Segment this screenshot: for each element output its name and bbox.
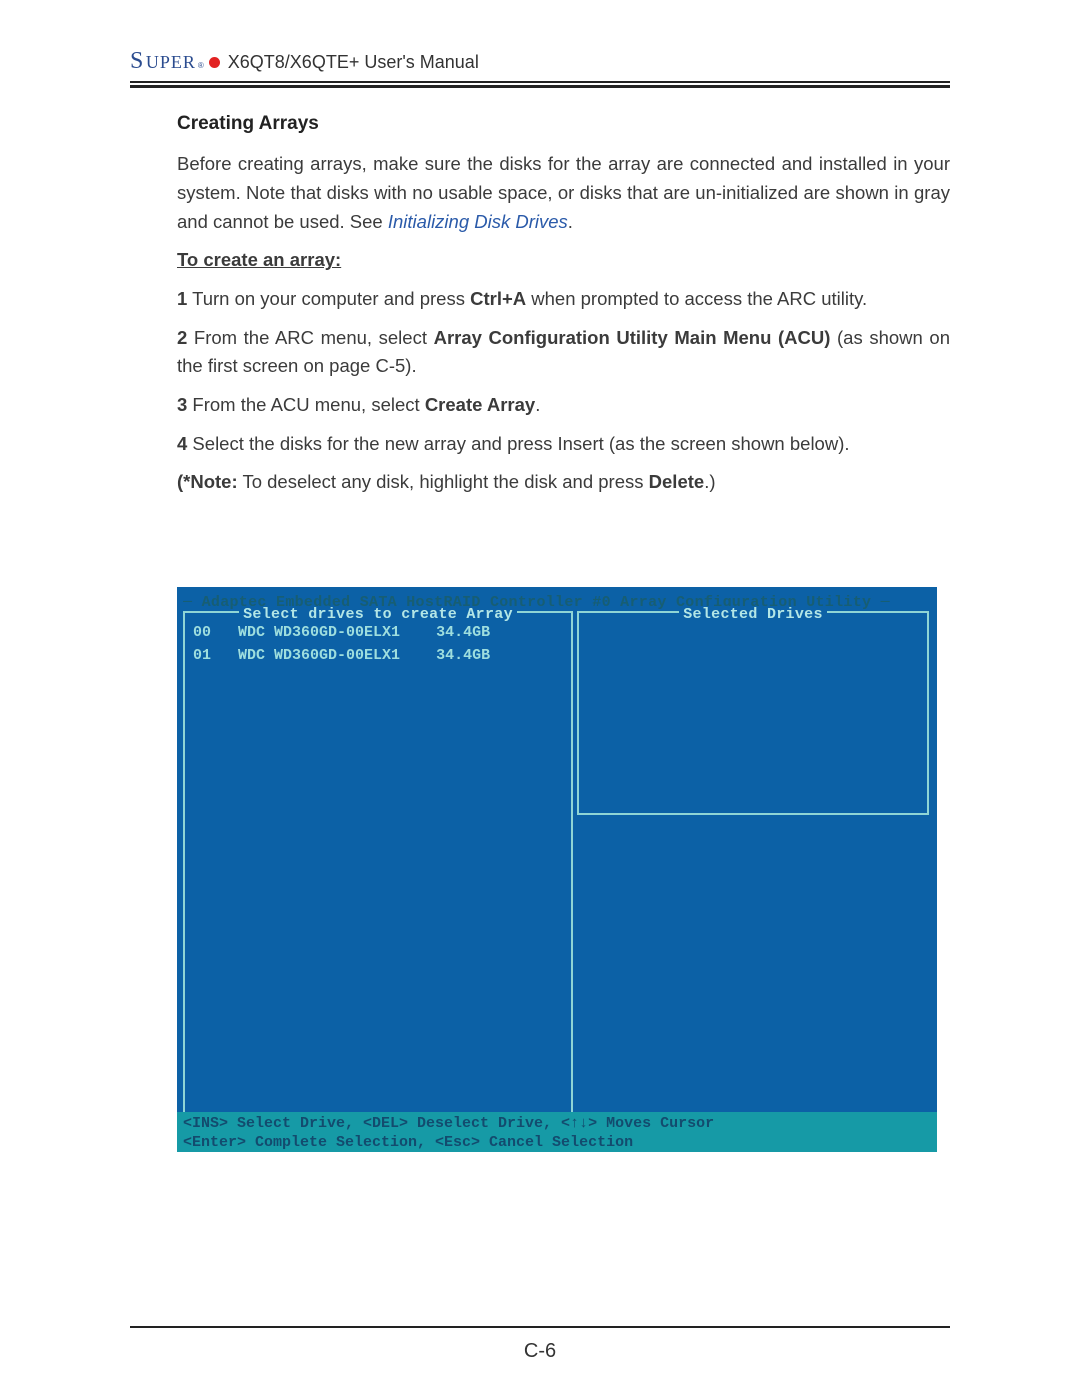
header-rule	[130, 81, 950, 83]
step-number: 2	[177, 327, 187, 348]
bios-help-line-1: <INS> Select Drive, <DEL> Deselect Drive…	[183, 1115, 931, 1134]
panel-title-right: Selected Drives	[579, 603, 927, 626]
brand-dot-icon	[209, 57, 220, 68]
drive-size: 34.4GB	[436, 647, 490, 664]
step-2: 2 From the ARC menu, select Array Config…	[177, 324, 950, 381]
intro-paragraph: Before creating arrays, make sure the di…	[177, 150, 950, 236]
drive-size: 34.4GB	[436, 624, 490, 641]
step-text: .	[535, 394, 540, 415]
drive-model: WDC WD360GD-00ELX1	[238, 647, 400, 664]
note-bold: Delete	[649, 471, 705, 492]
step-4: 4 Select the disks for the new array and…	[177, 430, 950, 459]
intro-text-b: .	[568, 211, 573, 232]
link-initializing-disk-drives[interactable]: Initializing Disk Drives	[388, 211, 568, 232]
panel-title-right-text: Selected Drives	[679, 606, 827, 623]
step-text: Select the disks for the new array and p…	[187, 433, 849, 454]
note-lead: (*Note:	[177, 471, 238, 492]
panel-select-drives: Select drives to create Array 00 WDC WD3…	[183, 611, 573, 1115]
bios-help-line-2: <Enter> Complete Selection, <Esc> Cancel…	[183, 1134, 931, 1152]
step-number: 4	[177, 433, 187, 454]
drive-row[interactable]: 01 WDC WD360GD-00ELX1 34.4GB	[193, 644, 571, 667]
step-1: 1 Turn on your computer and press Ctrl+A…	[177, 285, 950, 314]
page-content: Creating Arrays Before creating arrays, …	[177, 109, 950, 1152]
note-tail: .)	[704, 471, 715, 492]
section-title: Creating Arrays	[177, 109, 950, 138]
step-bold: Create Array	[425, 394, 535, 415]
brand-first-letter: S	[130, 48, 144, 75]
panel-selected-drives: Selected Drives	[577, 611, 929, 815]
subheading-to-create-array: To create an array:	[177, 246, 950, 275]
page-header: SUPER® X6QT8/X6QTE+ User's Manual	[130, 0, 950, 83]
step-text: From the ACU menu, select	[187, 394, 425, 415]
step-text: Turn on your computer and press	[187, 288, 470, 309]
drive-list: 00 WDC WD360GD-00ELX1 34.4GB 01 WDC WD36…	[185, 621, 571, 668]
drive-model: WDC WD360GD-00ELX1	[238, 624, 400, 641]
bios-screenshot: ─ Adaptec Embedded SATA HostRAID Control…	[177, 587, 937, 1152]
manual-page: SUPER® X6QT8/X6QTE+ User's Manual Creati…	[130, 0, 950, 1152]
panel-title-left-text: Select drives to create Array	[239, 606, 517, 623]
step-text: From the ARC menu, select	[187, 327, 433, 348]
step-number: 1	[177, 288, 187, 309]
note-mid: To deselect any disk, highlight the disk…	[238, 471, 649, 492]
step-number: 3	[177, 394, 187, 415]
header-line: SUPER® X6QT8/X6QTE+ User's Manual	[130, 48, 950, 75]
step-text: when prompted to access the ARC utility.	[526, 288, 867, 309]
step-3: 3 From the ACU menu, select Create Array…	[177, 391, 950, 420]
step-bold: Array Configuration Utility Main Menu (A…	[434, 327, 831, 348]
footer-rule	[130, 1326, 950, 1328]
header-doc-title: X6QT8/X6QTE+ User's Manual	[228, 52, 479, 73]
step-bold: Ctrl+A	[470, 288, 526, 309]
bios-help-bar: <INS> Select Drive, <DEL> Deselect Drive…	[177, 1112, 937, 1152]
page-number: C-6	[0, 1340, 1080, 1363]
drive-id: 01	[193, 647, 211, 664]
note-line: (*Note: To deselect any disk, highlight …	[177, 468, 950, 497]
panel-title-left: Select drives to create Array	[185, 603, 571, 626]
brand-rest: UPER	[146, 52, 196, 73]
brand-registered: ®	[198, 61, 204, 70]
drive-id: 00	[193, 624, 211, 641]
